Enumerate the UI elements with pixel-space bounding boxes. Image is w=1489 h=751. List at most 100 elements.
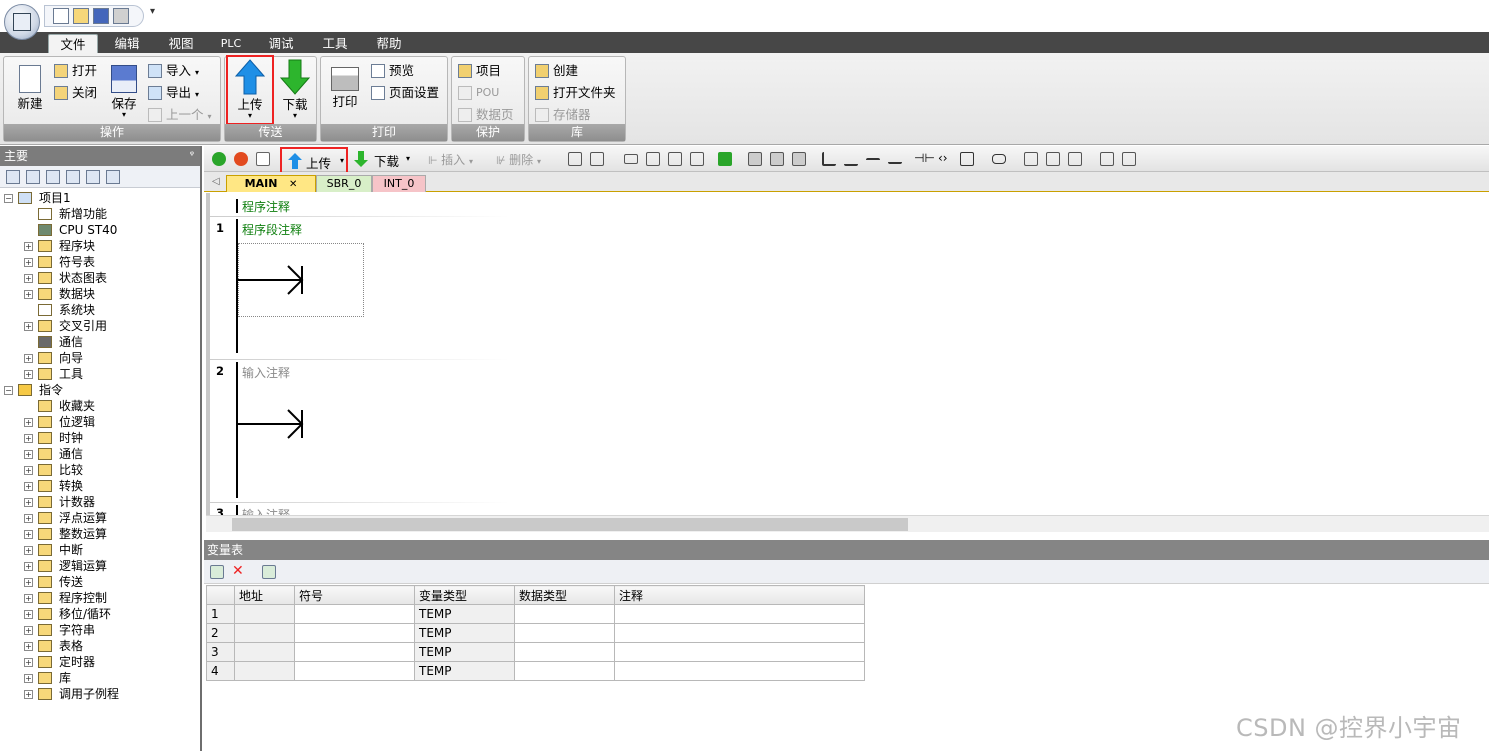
tree-item[interactable]: + 逻辑运算 (0, 558, 200, 574)
column-header[interactable]: 地址 (234, 585, 295, 605)
table-row[interactable]: 4 TEMP (206, 661, 865, 681)
expand-icon[interactable]: + (24, 690, 33, 699)
run-icon[interactable] (212, 152, 226, 166)
tree-item[interactable]: + 向导 (0, 350, 200, 366)
box-icon[interactable] (960, 152, 974, 166)
tree-item[interactable]: + 通信 (0, 446, 200, 462)
line-right-icon[interactable] (888, 150, 902, 164)
address-icon[interactable] (1024, 152, 1038, 166)
expand-icon[interactable]: + (24, 434, 33, 443)
protect-pou-button[interactable]: POU (456, 83, 499, 103)
tree-item[interactable]: + 传送 (0, 574, 200, 590)
go-icon[interactable] (718, 152, 732, 166)
expand-icon[interactable]: + (24, 594, 33, 603)
tree-item[interactable]: + 表格 (0, 638, 200, 654)
tree-item[interactable]: − 项目1 (0, 190, 200, 206)
row-number[interactable]: 4 (206, 661, 235, 681)
tree-item[interactable]: + 转换 (0, 478, 200, 494)
expand-icon[interactable]: + (24, 674, 33, 683)
comment-cell[interactable] (614, 623, 865, 643)
import-button[interactable]: 导入 ▾ (146, 61, 199, 81)
bookmark-icon[interactable] (568, 152, 582, 166)
collapse-icon[interactable]: − (4, 194, 13, 203)
expand-icon[interactable]: + (24, 578, 33, 587)
variable-type-cell[interactable]: TEMP (414, 604, 515, 624)
tree-item[interactable]: + 计数器 (0, 494, 200, 510)
address-cell[interactable] (234, 661, 295, 681)
variable-type-cell[interactable]: TEMP (414, 661, 515, 681)
column-header[interactable]: 变量类型 (414, 585, 515, 605)
comment-cell[interactable] (614, 604, 865, 624)
pin-icon[interactable]: ᵠ (190, 146, 194, 166)
table-row[interactable]: 2 TEMP (206, 623, 865, 643)
redo-icon[interactable] (668, 152, 682, 166)
tree-item[interactable]: 通信 (0, 334, 200, 350)
tree-item[interactable]: + 字符串 (0, 622, 200, 638)
tab-plc[interactable]: PLC (212, 34, 250, 53)
expand-icon[interactable]: + (24, 274, 33, 283)
document-icon[interactable] (1122, 152, 1136, 166)
delete-row-icon[interactable]: ✕ (232, 563, 244, 579)
expand-icon[interactable]: + (24, 466, 33, 475)
library-memory-button[interactable]: 存储器 (533, 105, 591, 125)
address-cell[interactable] (234, 623, 295, 643)
branch-line-icon[interactable] (844, 152, 858, 166)
tree-item[interactable]: + 移位/循环 (0, 606, 200, 622)
expand-icon[interactable]: + (24, 482, 33, 491)
new-file-icon[interactable] (53, 8, 69, 24)
tree-item[interactable]: 系统块 (0, 302, 200, 318)
expand-icon[interactable]: + (24, 242, 33, 251)
open-library-folder-button[interactable]: 打开文件夹 (533, 83, 616, 103)
tree-item[interactable]: + 程序控制 (0, 590, 200, 606)
comment-cell[interactable] (614, 661, 865, 681)
symbol-cell[interactable] (294, 604, 415, 624)
refresh-icon[interactable] (262, 565, 276, 579)
insert-row-icon[interactable] (210, 565, 224, 579)
column-header[interactable]: 注释 (614, 585, 865, 605)
toolbar-delete-button[interactable]: ⊮ 删除 ▾ (496, 151, 541, 168)
toolbar-upload-button[interactable]: 上传 ▾ (280, 147, 348, 174)
ladder-editor[interactable]: 程序注释 1 程序段注释 2 输入注释 3 输入注释 (206, 193, 1489, 515)
symbol-cell[interactable] (294, 642, 415, 662)
expand-icon[interactable]: + (24, 290, 33, 299)
tab-file[interactable]: 文件 (48, 34, 98, 53)
data-type-cell[interactable] (514, 604, 615, 624)
expand-icon[interactable]: + (24, 418, 33, 427)
branch-down-icon[interactable] (822, 152, 836, 166)
bookmark-next-icon[interactable] (590, 152, 604, 166)
network-comment[interactable]: 程序段注释 (242, 221, 302, 238)
tab-main[interactable]: MAIN ✕ (226, 175, 316, 192)
lock-icon[interactable] (748, 152, 762, 166)
toolbar-insert-button[interactable]: ⊩ 插入 ▾ (428, 151, 473, 168)
tab-view[interactable]: 视图 (158, 34, 204, 53)
qat-customize-dropdown[interactable]: ▾ (150, 6, 155, 17)
expand-icon[interactable]: + (24, 370, 33, 379)
expand-icon[interactable]: + (24, 530, 33, 539)
document-icon[interactable] (1100, 152, 1114, 166)
tree-item[interactable]: + 整数运算 (0, 526, 200, 542)
tab-int[interactable]: INT_0 (372, 175, 426, 192)
unlock-icon[interactable] (792, 152, 806, 166)
close-icon[interactable]: ✕ (289, 179, 297, 190)
variable-type-cell[interactable]: TEMP (414, 623, 515, 643)
compile-icon[interactable] (256, 152, 270, 166)
tree-item[interactable]: + 交叉引用 (0, 318, 200, 334)
print-button[interactable]: 打印 (325, 61, 365, 121)
expand-icon[interactable]: + (24, 626, 33, 635)
expand-icon[interactable]: + (24, 610, 33, 619)
tree-item[interactable]: 新增功能 (0, 206, 200, 222)
undo-icon[interactable] (646, 152, 660, 166)
expand-icon[interactable]: + (24, 322, 33, 331)
data-type-cell[interactable] (514, 661, 615, 681)
symbol-cell[interactable] (294, 661, 415, 681)
rung-icon[interactable] (624, 154, 638, 164)
symbol-cell[interactable] (294, 623, 415, 643)
refresh-icon[interactable] (690, 152, 704, 166)
tree-item[interactable]: + 程序块 (0, 238, 200, 254)
tree-item[interactable]: + 中断 (0, 542, 200, 558)
tree-item[interactable]: + 定时器 (0, 654, 200, 670)
monitor-icon[interactable] (106, 170, 120, 184)
scrollbar-thumb[interactable] (232, 518, 908, 531)
expand-icon[interactable]: + (24, 354, 33, 363)
previous-button[interactable]: 上一个 ▾ (146, 105, 212, 125)
